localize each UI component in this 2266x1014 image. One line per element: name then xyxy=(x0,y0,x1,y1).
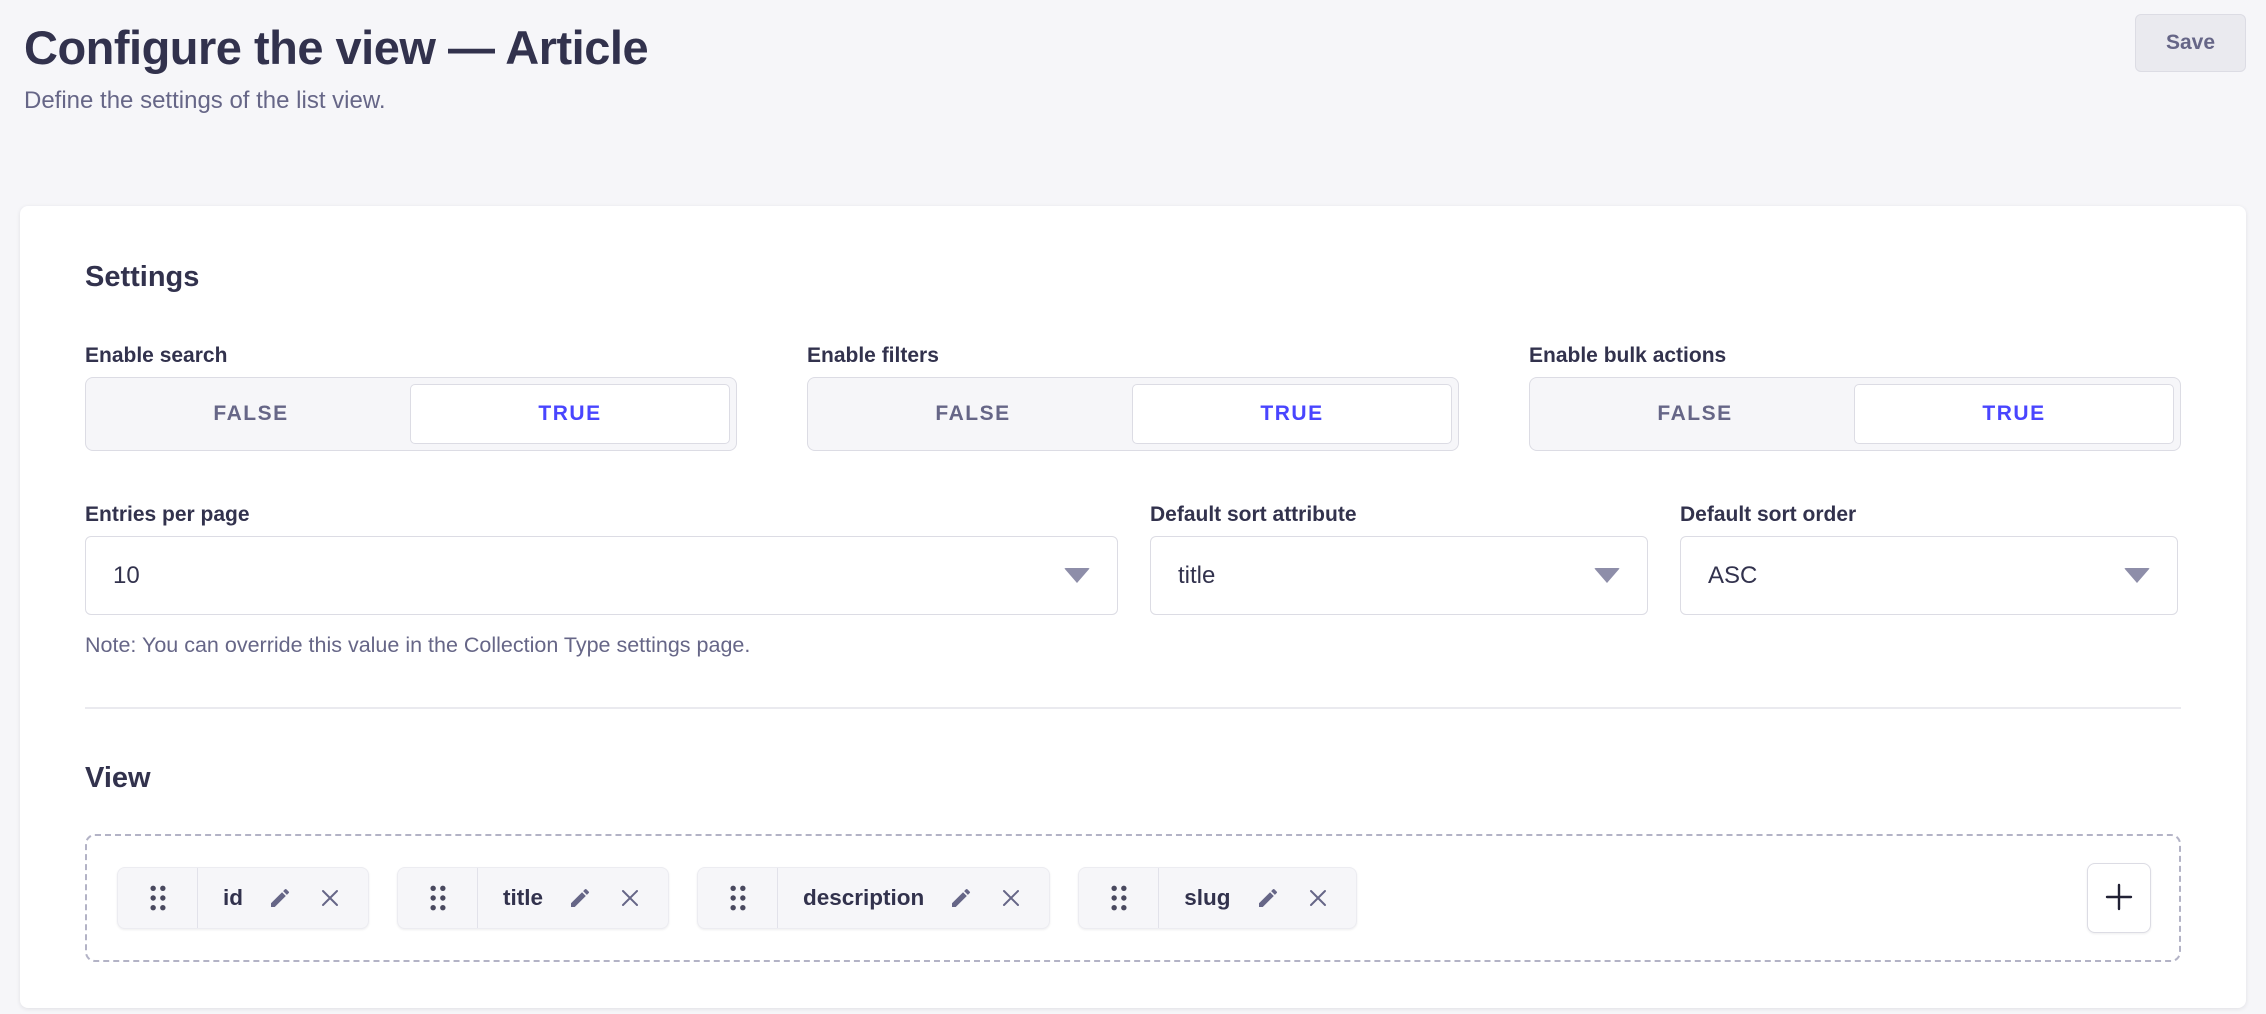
remove-field-icon[interactable] xyxy=(317,885,343,911)
chevron-down-icon xyxy=(2124,568,2150,583)
enable-bulk-actions-true-option[interactable]: TRUE xyxy=(1854,384,2174,444)
enable-filters-true-option[interactable]: TRUE xyxy=(1132,384,1452,444)
field-default-sort-attribute: Default sort attribute title xyxy=(1150,501,1648,659)
page-title: Configure the view — Article xyxy=(24,20,2246,76)
add-field-button[interactable] xyxy=(2087,863,2151,933)
enable-search-toggle: FALSE TRUE xyxy=(85,377,737,451)
entries-per-page-label: Entries per page xyxy=(85,501,1118,529)
edit-pencil-icon[interactable] xyxy=(948,885,974,911)
settings-section-heading: Settings xyxy=(85,258,2181,296)
drag-handle-icon[interactable] xyxy=(118,868,198,928)
field-enable-search: Enable search FALSE TRUE xyxy=(85,342,737,451)
field-chip-list: id title xyxy=(117,867,1357,929)
chip-body: title xyxy=(478,868,668,928)
field-chip-label: description xyxy=(803,885,924,911)
drag-handle-icon[interactable] xyxy=(698,868,778,928)
enable-filters-toggle: FALSE TRUE xyxy=(807,377,1459,451)
field-chip-id[interactable]: id xyxy=(117,867,369,929)
edit-pencil-icon[interactable] xyxy=(267,885,293,911)
page-subtitle: Define the settings of the list view. xyxy=(24,85,2246,116)
chevron-down-icon xyxy=(1594,568,1620,583)
view-section-heading: View xyxy=(85,759,2181,797)
field-chip-label: slug xyxy=(1184,885,1230,911)
chevron-down-icon xyxy=(1064,568,1090,583)
field-chip-description[interactable]: description xyxy=(697,867,1050,929)
edit-pencil-icon[interactable] xyxy=(567,885,593,911)
enable-search-false-option[interactable]: FALSE xyxy=(92,384,410,444)
save-button[interactable]: Save xyxy=(2135,14,2246,72)
enable-bulk-actions-toggle: FALSE TRUE xyxy=(1529,377,2181,451)
view-fields-drop-zone: id title xyxy=(85,834,2181,962)
chip-body: id xyxy=(198,868,368,928)
settings-toggle-row: Enable search FALSE TRUE Enable filters … xyxy=(85,342,2181,451)
enable-filters-false-option[interactable]: FALSE xyxy=(814,384,1132,444)
enable-bulk-actions-label: Enable bulk actions xyxy=(1529,342,2181,370)
drag-handle-icon[interactable] xyxy=(1079,868,1159,928)
remove-field-icon[interactable] xyxy=(617,885,643,911)
default-sort-attribute-select[interactable]: title xyxy=(1150,536,1648,615)
enable-search-label: Enable search xyxy=(85,342,737,370)
default-sort-attribute-label: Default sort attribute xyxy=(1150,501,1648,529)
section-divider xyxy=(85,707,2181,709)
field-enable-bulk-actions: Enable bulk actions FALSE TRUE xyxy=(1529,342,2181,451)
remove-field-icon[interactable] xyxy=(1305,885,1331,911)
default-sort-order-select[interactable]: ASC xyxy=(1680,536,2178,615)
field-entries-per-page: Entries per page 10 Note: You can overri… xyxy=(85,501,1118,659)
remove-field-icon[interactable] xyxy=(998,885,1024,911)
field-chip-label: title xyxy=(503,885,543,911)
chip-body: slug xyxy=(1159,868,1355,928)
entries-per-page-note: Note: You can override this value in the… xyxy=(85,631,1118,659)
configure-view-card: Settings Enable search FALSE TRUE Enable… xyxy=(20,206,2246,1008)
field-chip-label: id xyxy=(223,885,243,911)
drag-handle-icon[interactable] xyxy=(398,868,478,928)
field-default-sort-order: Default sort order ASC xyxy=(1680,501,2178,659)
settings-select-row: Entries per page 10 Note: You can overri… xyxy=(85,501,2181,659)
chip-body: description xyxy=(778,868,1049,928)
field-chip-slug[interactable]: slug xyxy=(1078,867,1356,929)
field-enable-filters: Enable filters FALSE TRUE xyxy=(807,342,1459,451)
default-sort-order-value: ASC xyxy=(1708,562,1757,590)
entries-per-page-select[interactable]: 10 xyxy=(85,536,1118,615)
enable-bulk-actions-false-option[interactable]: FALSE xyxy=(1536,384,1854,444)
field-chip-title[interactable]: title xyxy=(397,867,669,929)
enable-search-true-option[interactable]: TRUE xyxy=(410,384,730,444)
enable-filters-label: Enable filters xyxy=(807,342,1459,370)
default-sort-order-label: Default sort order xyxy=(1680,501,2178,529)
entries-per-page-value: 10 xyxy=(113,562,140,590)
add-field-icon xyxy=(2104,882,2134,915)
edit-pencil-icon[interactable] xyxy=(1255,885,1281,911)
default-sort-attribute-value: title xyxy=(1178,562,1215,590)
page-header: Configure the view — Article Define the … xyxy=(0,0,2266,116)
